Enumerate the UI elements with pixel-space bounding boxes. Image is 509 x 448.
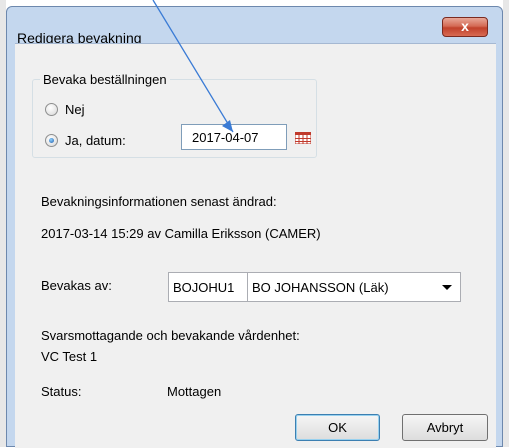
close-button[interactable]: x (442, 17, 488, 37)
cancel-button[interactable]: Avbryt (402, 414, 488, 441)
chevron-down-icon[interactable] (442, 285, 452, 290)
watched-by-dropdown[interactable]: BO JOHANSSON (Läk) (247, 272, 461, 302)
watched-by-label: Bevakas av: (41, 278, 112, 293)
status-label: Status: (41, 384, 82, 399)
radio-no[interactable] (45, 103, 58, 116)
status-value: Mottagen (167, 384, 222, 399)
unit-value: VC Test 1 (41, 349, 98, 364)
info-value: 2017-03-14 15:29 av Camilla Eriksson (CA… (41, 226, 321, 241)
radio-no-label[interactable]: Nej (65, 102, 85, 117)
calendar-icon[interactable] (295, 132, 311, 144)
radio-yes-date-label[interactable]: Ja, datum: (65, 133, 126, 148)
watched-by-name: BO JOHANSSON (Läk) (252, 280, 389, 295)
watch-order-group-label: Bevaka beställningen (40, 72, 170, 87)
watch-date-input[interactable]: 2017-04-07 (181, 124, 287, 150)
radio-selected-dot (49, 138, 54, 143)
unit-label: Svarsmottagande och bevakande vårdenhet: (41, 328, 300, 343)
close-icon: x (461, 18, 469, 34)
dialog-content: Bevaka beställningen Nej Ja, datum: 2017… (15, 43, 496, 448)
background-right (503, 0, 509, 447)
watched-by-code-field[interactable]: BOJOHU1 (168, 272, 248, 302)
radio-yes-date[interactable] (45, 134, 58, 147)
title-bar[interactable]: Redigera bevakning x (7, 7, 502, 46)
info-label: Bevakningsinformationen senast ändrad: (41, 194, 277, 209)
ok-button[interactable]: OK (295, 414, 380, 441)
dialog-window: Redigera bevakning x Bevaka beställninge… (6, 6, 503, 448)
